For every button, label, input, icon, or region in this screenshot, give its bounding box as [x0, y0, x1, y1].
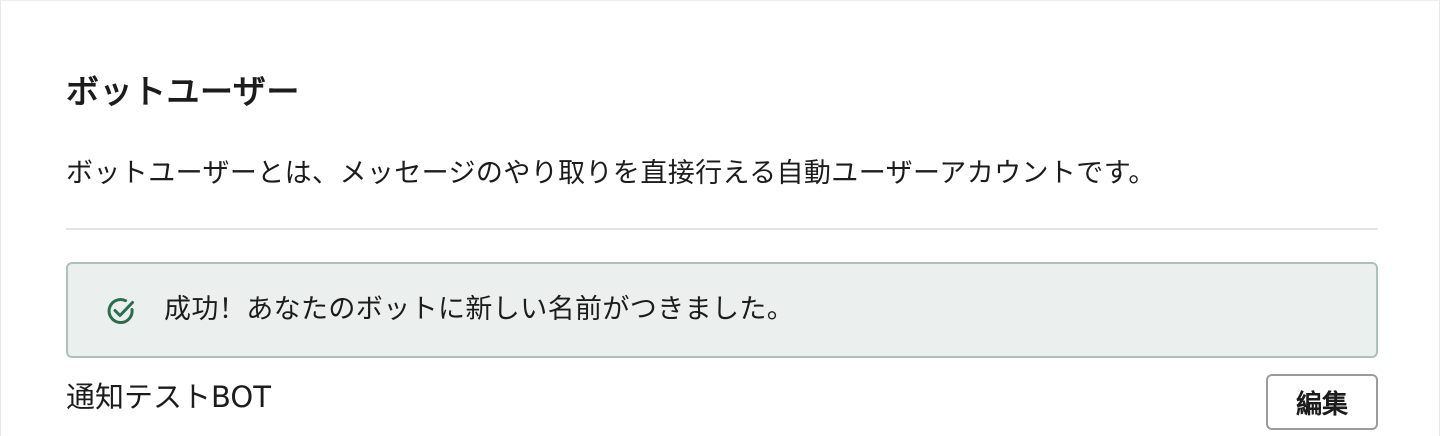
success-alert: 成功！あなたのボットに新しい名前がつきました。	[66, 262, 1378, 358]
check-circle-icon	[106, 296, 136, 326]
bot-name: 通知テストBOT	[66, 380, 271, 414]
section-description: ボットユーザーとは、メッセージのやり取りを直接行える自動ユーザーアカウントです。	[66, 158, 1156, 189]
section-title: ボットユーザー	[66, 72, 300, 111]
bot-user-panel: ボットユーザー ボットユーザーとは、メッセージのやり取りを直接行える自動ユーザー…	[0, 0, 1440, 436]
edit-button[interactable]: 編集	[1266, 374, 1378, 430]
divider	[66, 228, 1378, 230]
alert-message: 成功！あなたのボットに新しい名前がつきました。	[164, 294, 795, 325]
